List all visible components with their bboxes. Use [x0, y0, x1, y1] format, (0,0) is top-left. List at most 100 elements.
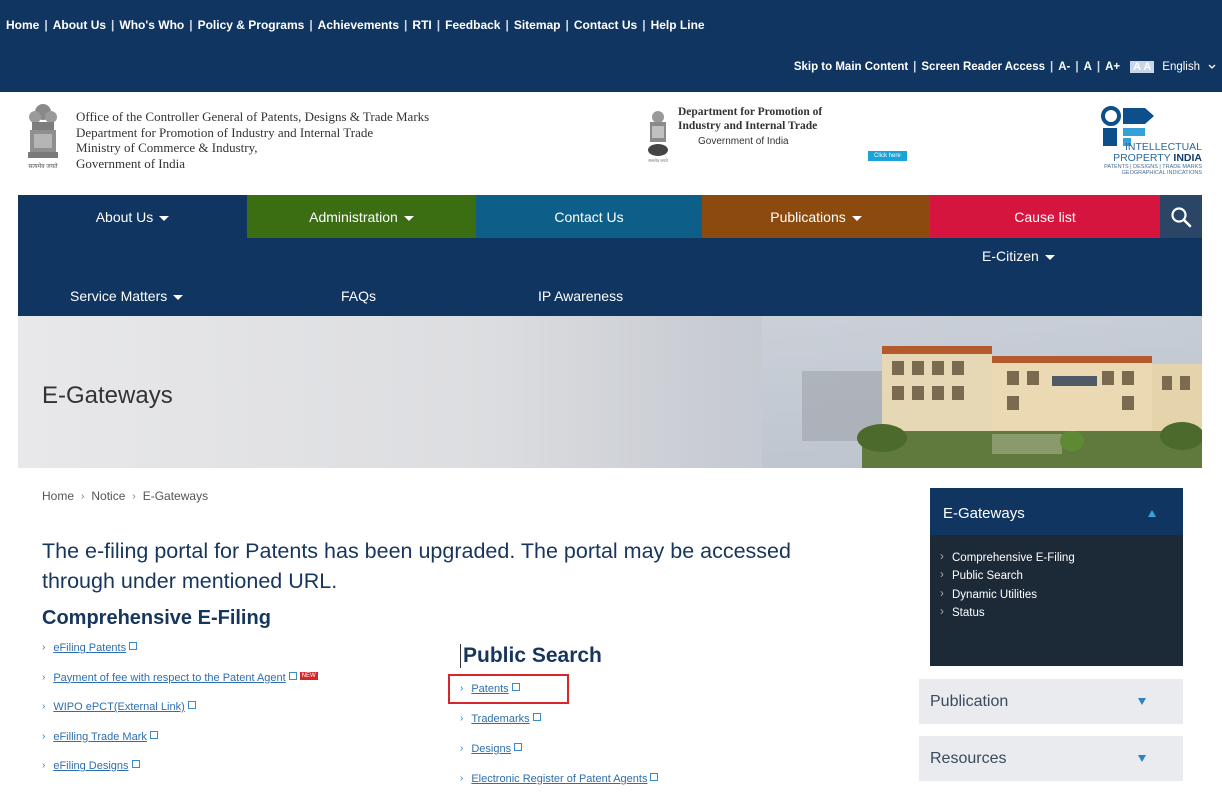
collapse-up-icon: [1148, 510, 1156, 517]
link-efiling-designs[interactable]: eFiling Designs: [53, 760, 128, 772]
link-patent-agent-fee[interactable]: Payment of fee with respect to the Paten…: [53, 672, 285, 684]
nav-cause-list[interactable]: Cause list: [930, 195, 1160, 238]
office-name: Office of the Controller General of Pate…: [76, 109, 429, 171]
emblem-caption: सत्यमेव जयते: [28, 162, 58, 170]
nav-causelist-label: Cause list: [1014, 208, 1076, 225]
nav-ipawareness-label: IP Awareness: [538, 288, 624, 304]
top-links: Home | About Us | Who's Who | Policy & Program…: [6, 18, 705, 32]
external-link-icon: [187, 701, 196, 709]
breadcrumb-separator-icon: ›: [81, 490, 85, 502]
link-ps-trademarks[interactable]: Trademarks: [471, 713, 529, 725]
highlight-box: [448, 674, 569, 704]
site-header: सत्यमेव जयते Office of the Controller Ge…: [18, 92, 1202, 195]
page-heading: The e-filing portal for Patents has been…: [42, 539, 791, 593]
chevron-right-icon: ›: [42, 760, 46, 771]
link-efiling-trademark[interactable]: eFilling Trade Mark: [53, 731, 147, 743]
language-label: English: [1162, 61, 1200, 73]
banner-title: E-Gateways: [42, 382, 173, 409]
chevron-right-icon: ›: [42, 642, 46, 653]
sidebar-egateways: E-Gateways Comprehensive E-Filing Public…: [930, 488, 1183, 666]
link-ps-designs[interactable]: Designs: [471, 743, 511, 755]
toplink-sitemap[interactable]: Sitemap: [514, 18, 561, 32]
dpiit-line-2: Industry and Internal Trade: [678, 119, 818, 132]
toplink-contact[interactable]: Contact Us: [574, 18, 637, 32]
office-line-4: Government of India: [76, 155, 186, 171]
ipi-line-2b: INDIA: [1173, 152, 1202, 164]
section-heading-efiling: Comprehensive E-Filing: [42, 607, 271, 629]
accordion-resources[interactable]: Resources: [919, 736, 1183, 781]
toplink-whos-who[interactable]: Who's Who: [119, 18, 184, 32]
sidebar-item-status[interactable]: Status: [930, 606, 1183, 625]
top-bar: Home | About Us | Who's Who | Policy & Program…: [0, 0, 1222, 92]
chevron-down-icon: [1208, 64, 1216, 69]
accordion-publication[interactable]: Publication: [919, 679, 1183, 724]
toplink-achievements[interactable]: Achievements: [318, 18, 399, 32]
main-nav: About Us Administration Contact Us Publi…: [18, 195, 1202, 238]
sidebar-body: Comprehensive E-Filing Public Search Dyn…: [930, 535, 1183, 666]
font-decrease-button[interactable]: A-: [1058, 61, 1070, 73]
nav-administration[interactable]: Administration: [247, 195, 476, 238]
chevron-right-icon: ›: [42, 701, 46, 712]
font-normal-button[interactable]: A: [1084, 61, 1092, 73]
nav-service-matters[interactable]: Service Matters: [70, 288, 184, 304]
toplink-policy[interactable]: Policy & Programs: [198, 18, 305, 32]
nav-faqs-label: FAQs: [341, 288, 377, 304]
national-emblem-icon[interactable]: सत्यमेव जयते: [24, 102, 62, 172]
screen-reader-link[interactable]: Screen Reader Access: [921, 61, 1045, 73]
click-here-button[interactable]: Click here: [868, 151, 907, 161]
office-line-2: Department for Promotion of Industry and…: [76, 124, 374, 140]
list-item: › Trademarks: [460, 713, 658, 743]
toplink-home[interactable]: Home: [6, 18, 39, 32]
nav-contact-label: Contact Us: [554, 208, 624, 225]
chevron-right-icon: ›: [460, 713, 464, 724]
link-wipo-epct[interactable]: WIPO ePCT(External Link): [53, 701, 184, 713]
nav-about-us[interactable]: About Us: [18, 195, 247, 238]
nav-contact-us[interactable]: Contact Us: [476, 195, 702, 238]
font-increase-button[interactable]: A+: [1105, 61, 1120, 73]
toplink-feedback[interactable]: Feedback: [445, 18, 500, 32]
toplink-helpline[interactable]: Help Line: [651, 18, 705, 32]
caret-down-icon: [403, 215, 414, 221]
accordion-resources-label: Resources: [930, 749, 1007, 767]
external-link-icon: [149, 730, 158, 739]
sidebar-item-public-search[interactable]: Public Search: [930, 569, 1183, 588]
ipi-small-2: GEOGRAPHICAL INDICATIONS: [1121, 170, 1202, 176]
skip-to-main-link[interactable]: Skip to Main Content: [794, 61, 908, 73]
nav-administration-label: Administration: [309, 208, 398, 225]
nav-publications[interactable]: Publications: [702, 195, 930, 238]
ipi-logo-text: INTELLECTUAL PROPERTY INDIA PATENTS | DE…: [1104, 142, 1202, 177]
chevron-right-icon: ›: [42, 671, 46, 683]
sidebar-item-dynamic-utilities[interactable]: Dynamic Utilities: [930, 588, 1183, 607]
nav-about-label: About Us: [95, 208, 154, 225]
breadcrumb-home[interactable]: Home: [42, 489, 74, 503]
office-line-1: Office of the Controller General of Pate…: [76, 109, 430, 124]
new-badge: NEW: [299, 671, 318, 680]
external-link-icon: [514, 743, 523, 751]
nav-ip-awareness[interactable]: IP Awareness: [538, 288, 623, 304]
sidebar-header[interactable]: E-Gateways: [930, 488, 1183, 535]
external-link-icon: [131, 760, 140, 768]
page-banner: E-Gateways: [18, 316, 1202, 468]
caret-down-icon: [1044, 255, 1055, 260]
sidebar-item-comprehensive[interactable]: Comprehensive E-Filing: [930, 551, 1183, 570]
nav-e-citizen[interactable]: E-Citizen: [982, 248, 1055, 264]
caret-down-icon: [159, 215, 170, 221]
section-heading-public-search: Public Search: [460, 644, 602, 668]
toplink-about[interactable]: About Us: [53, 18, 106, 32]
chevron-right-icon: ›: [460, 773, 464, 784]
nav-faqs[interactable]: FAQs: [341, 288, 376, 304]
search-button[interactable]: [1160, 195, 1202, 238]
language-select[interactable]: English: [1162, 61, 1216, 73]
contrast-button[interactable]: A A: [1130, 61, 1155, 73]
list-item: › Payment of fee with respect to the Pate…: [42, 671, 318, 702]
breadcrumb-current: E-Gateways: [142, 489, 209, 503]
chevron-right-icon: ›: [460, 743, 464, 754]
breadcrumb: Home › Notice › E-Gateways: [42, 489, 208, 503]
toplink-rti[interactable]: RTI: [412, 18, 431, 32]
external-link-icon: [288, 671, 297, 680]
link-ps-register-agents[interactable]: Electronic Register of Patent Agents: [471, 773, 647, 785]
breadcrumb-notice[interactable]: Notice: [91, 489, 125, 503]
caret-down-icon: [851, 215, 862, 221]
list-item: › Electronic Register of Patent Agents: [460, 773, 659, 803]
link-efiling-patents[interactable]: eFiling Patents: [53, 642, 126, 654]
